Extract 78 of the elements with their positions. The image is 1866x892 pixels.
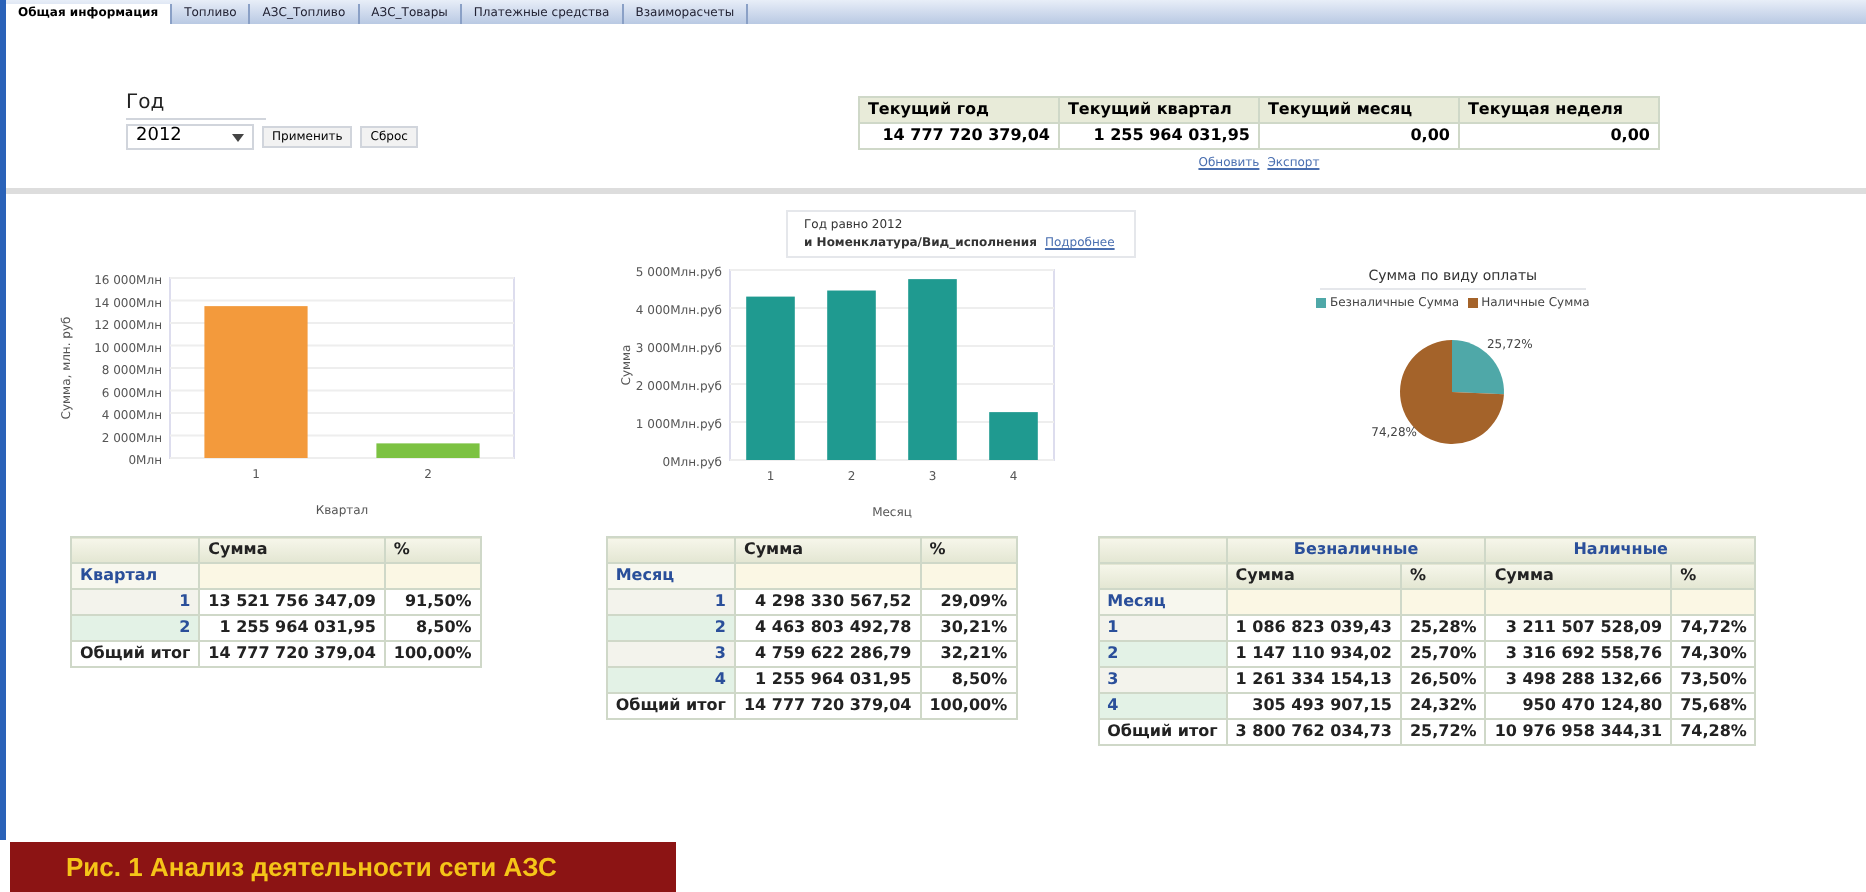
table-cell: 4 298 330 567,52	[734, 589, 921, 615]
table-cell: 25,28%	[1400, 615, 1486, 641]
legend-swatch	[1467, 297, 1478, 307]
total-cell: 10 976 958 344,31	[1485, 719, 1672, 745]
total-cell: 25,72%	[1400, 719, 1486, 745]
column-header: %	[1671, 563, 1756, 589]
row-header: 2	[606, 615, 735, 641]
filter-label: Год	[126, 88, 266, 120]
table-cell: 30,21%	[920, 615, 1017, 641]
row-dimension-header: Месяц	[606, 563, 735, 589]
table-cell: 0,00	[1258, 123, 1459, 149]
column-header: Текущий квартал	[1058, 97, 1259, 123]
column-header: Сумма	[1226, 563, 1401, 589]
table-cell: 4 759 622 286,79	[734, 641, 921, 667]
row-dimension-header: Месяц	[1098, 589, 1227, 615]
column-header: %	[920, 537, 1017, 563]
figure-caption: Рис. 1 Анализ деятельности сети АЗС	[10, 842, 676, 892]
table-cell: 0,00	[1458, 123, 1659, 149]
table-cell: 74,30%	[1671, 641, 1756, 667]
table-cell: 32,21%	[920, 641, 1017, 667]
table-cell: 24,32%	[1400, 693, 1486, 719]
table-cell: 73,50%	[1671, 667, 1756, 693]
bar	[989, 412, 1038, 460]
column-header: %	[384, 537, 481, 563]
table-cell: 1 255 964 031,95	[734, 667, 921, 693]
column-header: %	[1400, 563, 1486, 589]
total-cell: 14 777 720 379,04	[199, 641, 385, 667]
column-header: Текущий год	[858, 97, 1059, 123]
year-dropdown[interactable]: 2012	[126, 124, 254, 150]
table-cell: 8,50%	[384, 615, 481, 641]
column-header: Сумма	[1485, 563, 1672, 589]
table-cell: 950 470 124,80	[1485, 693, 1672, 719]
row-header: 4	[1098, 693, 1227, 719]
table-cell: 13 521 756 347,09	[199, 589, 385, 615]
table-cell: 91,50%	[384, 589, 481, 615]
total-label: Общий итог	[606, 693, 735, 719]
table-cell: 75,68%	[1671, 693, 1756, 719]
total-label: Общий итог	[1098, 719, 1227, 745]
table-cell: 29,09%	[920, 589, 1017, 615]
row-header: 2	[71, 615, 200, 641]
column-group-header: Наличные	[1485, 537, 1756, 563]
column-header: Текущий месяц	[1258, 97, 1459, 123]
table-cell: 3 211 507 528,09	[1485, 615, 1672, 641]
row-header: 2	[1098, 641, 1227, 667]
column-header: Текущая неделя	[1458, 97, 1659, 123]
total-label: Общий итог	[71, 641, 200, 667]
table-cell: 3 498 288 132,66	[1485, 667, 1672, 693]
table-cell: 8,50%	[920, 667, 1017, 693]
column-header: Сумма	[734, 537, 921, 563]
table-cell: 3 316 692 558,76	[1485, 641, 1672, 667]
total-cell: 74,28%	[1671, 719, 1756, 745]
table-cell: 4 463 803 492,78	[734, 615, 921, 641]
row-header: 3	[1098, 667, 1227, 693]
table-cell: 25,70%	[1400, 641, 1486, 667]
total-cell: 14 777 720 379,04	[734, 693, 921, 719]
row-header: 3	[606, 641, 735, 667]
row-header: 1	[1098, 615, 1227, 641]
column-header: Сумма	[199, 537, 385, 563]
column-group-header: Безналичные	[1226, 537, 1486, 563]
bar	[376, 443, 480, 458]
row-dimension-header: Квартал	[71, 563, 200, 589]
table-cell: 1 255 964 031,95	[199, 615, 385, 641]
row-header: 4	[606, 667, 735, 693]
table-cell: 26,50%	[1400, 667, 1486, 693]
row-header: 1	[71, 589, 200, 615]
table-cell: 1 261 334 154,13	[1226, 667, 1401, 693]
total-cell: 100,00%	[384, 641, 481, 667]
table-cell: 1 086 823 039,43	[1226, 615, 1401, 641]
table-cell: 1 255 964 031,95	[1058, 123, 1259, 149]
table-cell: 305 493 907,15	[1226, 693, 1401, 719]
total-cell: 3 800 762 034,73	[1226, 719, 1401, 745]
dropdown-arrow-icon	[232, 133, 244, 141]
row-header: 1	[606, 589, 735, 615]
table-cell: 1 147 110 934,02	[1226, 641, 1401, 667]
table-cell: 14 777 720 379,04	[858, 123, 1059, 149]
legend-swatch	[1316, 297, 1326, 307]
table-cell: 74,72%	[1671, 615, 1756, 641]
total-cell: 100,00%	[920, 693, 1017, 719]
